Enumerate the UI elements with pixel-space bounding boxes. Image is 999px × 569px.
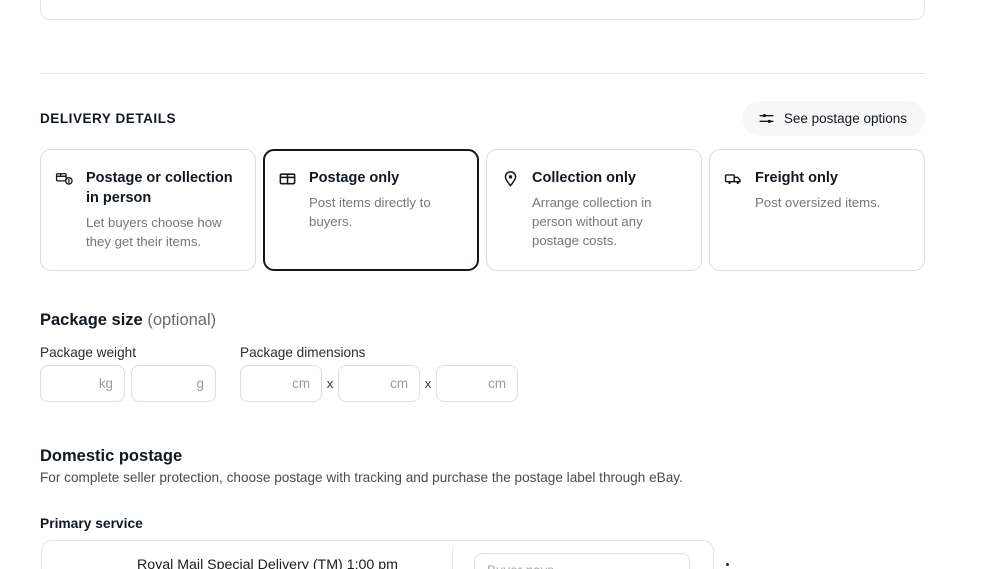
sliders-icon [758, 110, 775, 127]
package-size-label: Package size [40, 311, 143, 329]
dimension-width-input[interactable]: cm [338, 365, 420, 402]
option-description: Post items directly to buyers. [309, 195, 431, 229]
package-dimensions-label: Package dimensions [240, 345, 366, 360]
option-title: Postage only [309, 170, 400, 186]
package-weight-label: Package weight [40, 345, 136, 360]
parcel-handoff-icon [55, 168, 75, 256]
primary-service-divider [452, 547, 453, 569]
weight-g-input[interactable]: g [131, 365, 216, 402]
delivery-details-page: DELIVERY DETAILS See postage options Pos… [0, 0, 999, 569]
dimension-length-input[interactable]: cm [240, 365, 322, 402]
dimension-length-unit: cm [292, 376, 310, 391]
weight-kg-input[interactable]: kg [40, 365, 125, 402]
see-postage-options-button[interactable]: See postage options [741, 100, 925, 136]
location-pin-icon [501, 168, 521, 256]
weight-g-unit: g [196, 376, 204, 391]
dimension-height-unit: cm [488, 376, 506, 391]
delivery-option-postage-or-collection[interactable]: Postage or collection in person Let buye… [40, 149, 256, 271]
option-description: Let buyers choose how they get their ite… [86, 215, 222, 249]
primary-service-cost-placeholder: Buyer pays [487, 563, 554, 569]
delivery-option-collection-only[interactable]: Collection only Arrange collection in pe… [486, 149, 702, 271]
domestic-postage-description: For complete seller protection, choose p… [40, 470, 683, 485]
weight-kg-unit: kg [98, 376, 113, 391]
option-description: Arrange collection in person without any… [532, 195, 652, 248]
section-header: DELIVERY DETAILS See postage options [40, 100, 925, 136]
page-title: DELIVERY DETAILS [40, 110, 177, 126]
package-size-heading: Package size (optional) [40, 309, 216, 331]
option-title: Freight only [755, 170, 838, 186]
primary-service-name[interactable]: Royal Mail Special Delivery (TM) 1:00 pm [137, 555, 398, 569]
package-size-optional: (optional) [147, 311, 217, 329]
option-title: Collection only [532, 170, 636, 186]
option-description: Post oversized items. [755, 195, 881, 210]
domestic-postage-title: Domestic postage [40, 447, 183, 465]
primary-service-cost-input[interactable]: Buyer pays [474, 553, 690, 569]
delivery-option-freight-only[interactable]: Freight only Post oversized items. [709, 149, 925, 271]
package-dimensions-fields: cm x cm x cm [240, 365, 518, 402]
dimension-separator-1: x [326, 376, 334, 391]
dimension-width-unit: cm [390, 376, 408, 391]
option-title: Postage or collection in person [86, 170, 233, 206]
delivery-option-postage-only[interactable]: Postage only Post items directly to buye… [263, 149, 479, 271]
primary-service-label: Primary service [40, 516, 143, 531]
kebab-menu-icon[interactable] [713, 551, 741, 569]
primary-service-card: Royal Mail Special Delivery (TM) 1:00 pm… [41, 540, 729, 569]
previous-section-card [40, 0, 925, 20]
dimension-height-input[interactable]: cm [436, 365, 518, 402]
dimension-separator-2: x [424, 376, 432, 391]
section-divider [40, 73, 925, 74]
delivery-option-cards: Postage or collection in person Let buye… [40, 149, 925, 271]
truck-icon [724, 168, 744, 256]
parcel-box-icon [278, 168, 298, 256]
package-weight-fields: kg g [40, 365, 216, 402]
see-postage-options-label: See postage options [783, 110, 907, 126]
